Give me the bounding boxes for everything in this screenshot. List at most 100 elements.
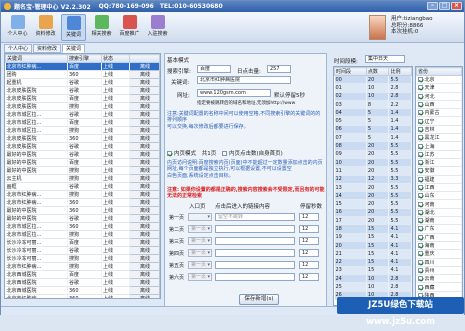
province-row[interactable]: 贵州 bbox=[416, 266, 462, 276]
province-row[interactable]: 黑龙江 bbox=[416, 133, 462, 143]
province-checkbox[interactable] bbox=[417, 102, 423, 108]
entry-page-select[interactable] bbox=[188, 213, 212, 221]
offline-button[interactable]: 离线 bbox=[129, 254, 160, 263]
province-checkbox[interactable] bbox=[417, 93, 423, 99]
province-checkbox[interactable] bbox=[417, 143, 423, 149]
offline-button[interactable]: 离线 bbox=[129, 158, 160, 167]
province-checkbox[interactable] bbox=[417, 218, 423, 224]
toolbar-baidu-promo[interactable]: 百度推广 bbox=[117, 14, 142, 41]
timeband-row[interactable]: 22 15 4.1 bbox=[334, 258, 412, 267]
province-row[interactable]: 西藏 bbox=[416, 282, 462, 292]
stay-seconds-input[interactable]: 12 bbox=[299, 273, 319, 281]
offline-button[interactable]: 离线 bbox=[129, 230, 160, 239]
toolbar-profile-edit[interactable]: 资料修改 bbox=[33, 14, 58, 41]
table-row[interactable]: 最好的中医院 百度 上线 离线 bbox=[5, 158, 160, 167]
timeband-row[interactable]: 17 20 5.5 bbox=[334, 216, 412, 226]
table-row[interactable]: 北京市城区拉... 谷歌 上线 离线 bbox=[5, 110, 160, 119]
offline-button[interactable]: 离线 bbox=[129, 190, 160, 199]
tab-personal-center[interactable]: 个人中心 bbox=[4, 44, 33, 53]
table-row[interactable]: 北京市城区拉... 百度 上线 离线 bbox=[5, 118, 160, 127]
province-row[interactable]: 湖北 bbox=[416, 208, 462, 218]
province-row[interactable]: 天津 bbox=[416, 83, 462, 93]
province-row[interactable]: 山东 bbox=[416, 191, 462, 201]
province-checkbox[interactable] bbox=[417, 176, 423, 182]
timeband-row[interactable]: 00 20 5.5 bbox=[334, 75, 412, 85]
keyword-input[interactable]: 北京市红肿病医院 bbox=[197, 76, 291, 84]
offline-button[interactable]: 离线 bbox=[129, 238, 160, 247]
offline-button[interactable]: 离线 bbox=[129, 294, 160, 298]
close-button[interactable]: × bbox=[451, 2, 462, 10]
table-row[interactable]: 北京市城区拉... 搜狗 上线 离线 bbox=[5, 126, 160, 135]
engine-select[interactable]: 百度 bbox=[197, 65, 231, 73]
entry-page-select[interactable]: 第一页 bbox=[188, 237, 212, 245]
province-checkbox[interactable] bbox=[417, 110, 423, 116]
province-row[interactable]: 湖南 bbox=[416, 216, 462, 226]
col-ratio[interactable]: 比例 bbox=[388, 67, 412, 76]
province-row[interactable]: 广西 bbox=[416, 233, 462, 242]
offline-button[interactable]: 离线 bbox=[129, 246, 160, 255]
toolbar-related-search[interactable]: 相关搜索 bbox=[89, 14, 114, 41]
province-checkbox[interactable] bbox=[417, 77, 423, 83]
province-checkbox[interactable] bbox=[417, 243, 423, 249]
offline-button[interactable]: 离线 bbox=[129, 118, 160, 127]
table-row[interactable]: 北京市红肿病... 360 上线 离线 bbox=[5, 198, 160, 207]
province-row[interactable]: 海南 bbox=[416, 241, 462, 251]
timeband-row[interactable]: 07 5 1.4 bbox=[334, 133, 412, 143]
offline-button[interactable]: 离线 bbox=[129, 70, 160, 79]
offline-button[interactable]: 离线 bbox=[129, 126, 160, 135]
province-row[interactable]: 江西 bbox=[416, 183, 462, 193]
toolbar-keywords[interactable]: 关键词 bbox=[61, 14, 86, 41]
entry-page-select[interactable]: 第一页 bbox=[188, 261, 212, 269]
province-row[interactable]: 浙江 bbox=[416, 158, 462, 168]
province-checkbox[interactable] bbox=[417, 135, 423, 141]
link-input[interactable] bbox=[215, 249, 295, 257]
timeband-row[interactable]: 02 10 2.8 bbox=[334, 92, 412, 101]
timeband-row[interactable]: 10 20 5.5 bbox=[334, 158, 412, 168]
url-input[interactable]: www.120gsm.com bbox=[197, 89, 271, 97]
timeband-row[interactable]: 04 5 1.4 bbox=[334, 108, 412, 118]
timeband-row[interactable]: 20 15 4.1 bbox=[334, 241, 412, 251]
stay-seconds-input[interactable]: 12 bbox=[299, 213, 319, 221]
timeband-row[interactable]: 05 5 1.4 bbox=[334, 116, 412, 126]
table-row[interactable]: 北京皮肤医院 360 上线 离线 bbox=[5, 134, 160, 143]
province-row[interactable]: 安徽 bbox=[416, 166, 462, 176]
province-row[interactable]: 河南 bbox=[416, 199, 462, 209]
province-row[interactable]: 河北 bbox=[416, 92, 462, 101]
col-status[interactable]: 状态 bbox=[101, 54, 130, 63]
province-checkbox[interactable] bbox=[417, 185, 423, 190]
timeband-row[interactable]: 24 10 2.8 bbox=[334, 274, 412, 284]
table-row[interactable]: 北京市红肿病... 搜狗 上线 离线 bbox=[5, 190, 160, 199]
col-time[interactable]: 时间段 bbox=[334, 67, 367, 76]
province-checkbox[interactable] bbox=[417, 160, 423, 166]
table-row[interactable]: 北京市城区拉... 搜狗 上线 离线 bbox=[5, 230, 160, 239]
table-row[interactable]: 团购 360 上线 离线 bbox=[5, 70, 160, 79]
inner-mode-checkbox[interactable] bbox=[167, 151, 172, 156]
timeband-row[interactable]: 21 15 4.1 bbox=[334, 249, 412, 259]
table-row[interactable]: 北京市红肿病... 百度 上线 离线 bbox=[5, 62, 160, 71]
province-checkbox[interactable] bbox=[417, 234, 423, 240]
province-row[interactable]: 广东 bbox=[416, 224, 462, 234]
table-row[interactable]: 长沙冷冻可丽... 谷歌 上线 离线 bbox=[5, 246, 160, 255]
offline-button[interactable]: 离线 bbox=[129, 134, 160, 143]
table-row[interactable]: 北京西城医院 谷歌 上线 离线 bbox=[5, 278, 160, 287]
province-checkbox[interactable] bbox=[417, 126, 423, 132]
table-row[interactable]: 北京市红肿病... 360 上线 离线 bbox=[5, 294, 160, 298]
offline-button[interactable]: 离线 bbox=[129, 182, 160, 191]
timeband-row[interactable]: 19 15 4.1 bbox=[334, 233, 412, 242]
province-checkbox[interactable] bbox=[417, 251, 423, 257]
maximize-button[interactable]: □ bbox=[439, 2, 450, 10]
province-checkbox[interactable] bbox=[417, 276, 423, 282]
province-row[interactable]: 山西 bbox=[416, 100, 462, 110]
offline-button[interactable]: 离线 bbox=[129, 110, 160, 119]
province-checkbox[interactable] bbox=[417, 259, 423, 265]
offline-button[interactable]: 离线 bbox=[129, 166, 160, 175]
province-row[interactable]: 辽宁 bbox=[416, 116, 462, 126]
col-points[interactable]: 点数 bbox=[365, 67, 390, 76]
minimize-button[interactable]: – bbox=[427, 2, 438, 10]
table-row[interactable]: 最好的中医院 谷歌 上线 离线 bbox=[5, 214, 160, 223]
table-row[interactable]: 北京市城区拉... 360 上线 离线 bbox=[5, 222, 160, 231]
province-row[interactable]: 内蒙古 bbox=[416, 108, 462, 118]
table-row[interactable]: 北京皮肤医院 谷歌 上线 离线 bbox=[5, 142, 160, 151]
offline-button[interactable]: 离线 bbox=[129, 286, 160, 295]
stay-seconds-input[interactable]: 12 bbox=[299, 237, 319, 245]
